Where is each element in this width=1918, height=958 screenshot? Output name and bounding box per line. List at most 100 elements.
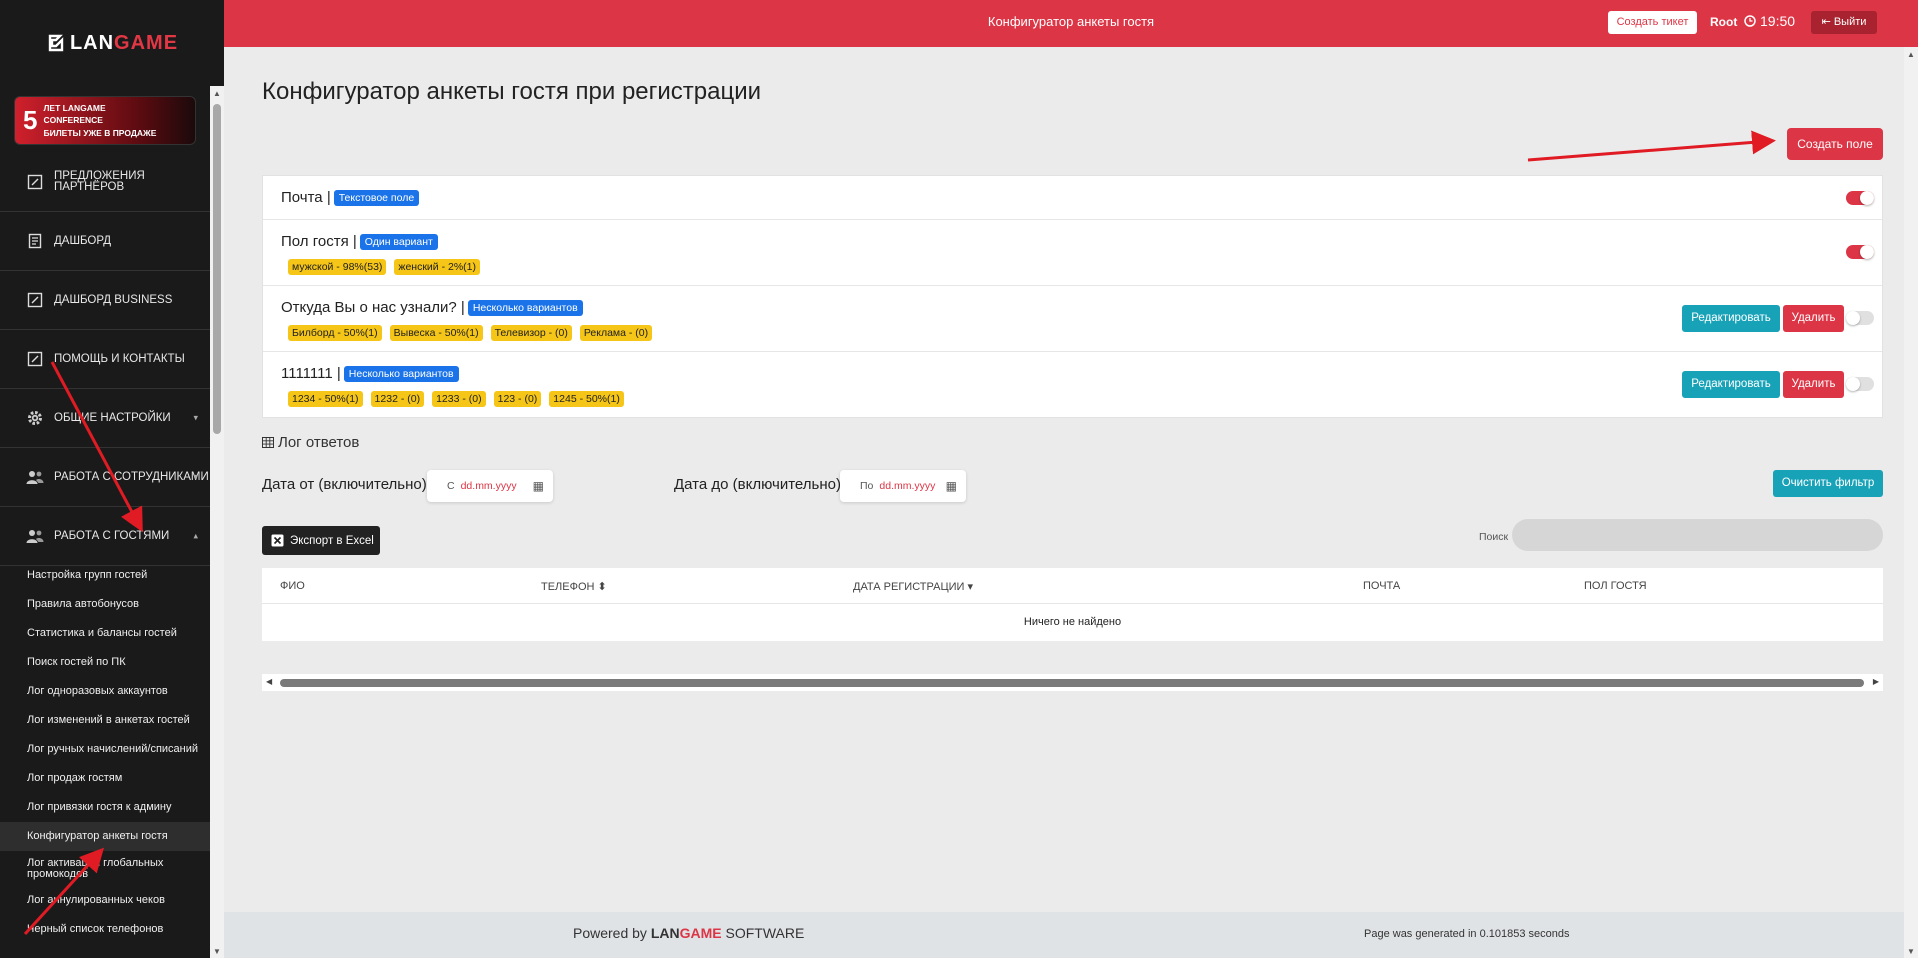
delete-button[interactable]: Удалить [1783, 371, 1844, 398]
field-row: Пол гостя | Один вариант мужской - 98%(53… [263, 220, 1882, 286]
page-title: Конфигуратор анкеты гостя при регистраци… [262, 78, 762, 105]
log-title: Лог ответов [262, 434, 359, 451]
log-title-text: Лог ответов [278, 434, 360, 451]
submenu-item[interactable]: Лог одноразовых аккаунтов [0, 677, 210, 706]
submenu-item[interactable]: Лог аннулированных чеков [0, 886, 210, 915]
menu-item-dashboard[interactable]: Дашборд [0, 212, 210, 271]
field-row: Почта | Текстовое поле [263, 176, 1882, 220]
scroll-up-icon[interactable]: ▲ [1907, 50, 1915, 59]
export-excel-button[interactable]: Экспорт в Excel [262, 526, 380, 555]
logout-button[interactable]: ⇤ Выйти [1811, 11, 1877, 34]
generation-time: Page was generated in 0.101853 seconds [1364, 928, 1570, 940]
scroll-down-icon[interactable]: ▼ [213, 947, 221, 956]
menu-item-label: Предложения партнёров [54, 170, 145, 193]
field-row: Откуда Вы о нас узнали? | Несколько вариа… [263, 286, 1882, 352]
submenu-item[interactable]: Лог привязки гостя к админу [0, 793, 210, 822]
scroll-down-icon[interactable]: ▼ [1907, 947, 1915, 956]
edit-button[interactable]: Редактировать [1682, 305, 1780, 332]
conference-banner[interactable]: 5 ЛЕТ LANGAME CONFERENCE БИЛЕТЫ УЖЕ В ПР… [14, 96, 196, 145]
fields-list: Почта | Текстовое поле Пол гостя | Один ва… [262, 175, 1883, 418]
field-row: 1111111 | Несколько вариантов 1234 - 50%(… [263, 352, 1882, 417]
menu-item-guests[interactable]: Работа с гостями ▴ [0, 507, 210, 566]
calendar-icon[interactable]: ▦ [533, 479, 544, 493]
col-gender[interactable]: Пол гостя [1584, 580, 1647, 592]
col-phone[interactable]: Телефон ⬍ [541, 580, 607, 593]
field-title: Пол гостя | [281, 233, 357, 250]
field-enabled-toggle[interactable] [1846, 245, 1874, 259]
powered-by: Powered by LANGAME SOFTWARE [573, 925, 804, 941]
menu-item-label: Работа с сотрудниками [54, 470, 209, 483]
field-enabled-toggle[interactable] [1846, 311, 1874, 325]
col-reg-date[interactable]: Дата регистрации ▾ [853, 580, 973, 593]
toggle-knob [1860, 245, 1874, 259]
submenu-item[interactable]: Черный список телефонов [0, 915, 210, 944]
submenu-item[interactable]: Поиск гостей по ПК [0, 648, 210, 677]
option-chip: Вывеска - 50%(1) [389, 325, 483, 341]
date-from-input[interactable]: С dd.mm.yyyy ▦ [427, 470, 553, 502]
scrollbar-thumb[interactable] [213, 104, 221, 434]
topbar: Конфигуратор анкеты гостя Создать тикет … [224, 0, 1918, 47]
toggle-knob [1860, 191, 1874, 205]
scrollbar-thumb[interactable] [280, 679, 1864, 687]
create-ticket-button[interactable]: Создать тикет [1608, 11, 1697, 34]
option-chip: Реклама - (0) [579, 325, 653, 341]
col-fio[interactable]: ФИО [280, 580, 305, 592]
menu-item-general-settings[interactable]: Общие настройки ▾ [0, 389, 210, 448]
field-type-badge: Несколько вариантов [467, 300, 583, 317]
submenu-item[interactable]: Лог ручных начислений/списаний [0, 735, 210, 764]
field-enabled-toggle[interactable] [1846, 191, 1874, 205]
search-input[interactable] [1512, 519, 1883, 551]
field-enabled-toggle[interactable] [1846, 377, 1874, 391]
edit-icon [26, 350, 44, 368]
field-options: 1234 - 50%(1) 1232 - (0) 1233 - (0) 123 - (… [288, 389, 632, 407]
submenu-item[interactable]: Лог изменений в анкетах гостей [0, 706, 210, 735]
option-chip: Билборд - 50%(1) [288, 325, 382, 341]
create-field-button[interactable]: Создать поле [1787, 128, 1883, 160]
submenu-item[interactable]: Настройка групп гостей [0, 561, 210, 590]
brand-logo[interactable]: LAN GAME [0, 0, 224, 86]
field-title: Откуда Вы о нас узнали? | [281, 299, 465, 316]
option-chip: женский - 2%(1) [394, 259, 480, 275]
submenu-item-active[interactable]: Конфигуратор анкеты гостя [0, 822, 210, 851]
sort-desc-icon: ▾ [967, 581, 973, 593]
submenu-item[interactable]: Лог продаж гостям [0, 764, 210, 793]
log-table: ФИО Телефон ⬍ Дата регистрации ▾ Почта П… [262, 568, 1883, 641]
scroll-right-icon[interactable]: ▶ [1873, 677, 1879, 686]
date-to-input[interactable]: По dd.mm.yyyy ▦ [840, 470, 966, 502]
user-name[interactable]: Root [1710, 15, 1737, 29]
menu-item-staff[interactable]: Работа с сотрудниками ▾ [0, 448, 210, 507]
sidebar-scrollbar[interactable]: ▲ ▼ [210, 86, 224, 958]
scroll-up-icon[interactable]: ▲ [213, 89, 221, 98]
footer-software: SOFTWARE [725, 925, 805, 941]
date-from-label: Дата от (включительно) [262, 476, 427, 493]
menu-item-partners[interactable]: Предложения партнёров [0, 153, 210, 212]
main-menu: Предложения партнёров Дашборд Дашборд Bu… [0, 153, 210, 566]
delete-button[interactable]: Удалить [1783, 305, 1844, 332]
date-to-placeholder: dd.mm.yyyy [879, 480, 936, 492]
clock-time: 19:50 [1760, 13, 1796, 29]
clear-filter-button[interactable]: Очистить фильтр [1773, 470, 1883, 497]
banner-line-2: CONFERENCE [43, 115, 103, 126]
brand-lan: LAN [69, 31, 115, 54]
option-chip: 123 - (0) [493, 391, 542, 407]
edit-button[interactable]: Редактировать [1682, 371, 1780, 398]
submenu-item[interactable]: Статистика и балансы гостей [0, 619, 210, 648]
page-scrollbar[interactable]: ▲ ▼ [1904, 47, 1918, 958]
toggle-knob [1846, 377, 1860, 391]
submenu-item[interactable]: Лог активации глобальных промокодов [0, 851, 210, 886]
date-from-placeholder: dd.mm.yyyy [460, 480, 517, 492]
menu-item-dashboard-business[interactable]: Дашборд Business [0, 271, 210, 330]
field-options: Билборд - 50%(1) Вывеска - 50%(1) Телевизо… [288, 323, 660, 341]
guests-submenu: Настройка групп гостей Правила автобонус… [0, 561, 210, 944]
col-email[interactable]: Почта [1363, 580, 1400, 592]
table-header: ФИО Телефон ⬍ Дата регистрации ▾ Почта П… [262, 568, 1883, 604]
search-label: Поиск [1479, 531, 1509, 543]
export-label: Экспорт в Excel [290, 534, 374, 547]
chevron-down-icon: ▾ [193, 471, 198, 482]
calendar-icon[interactable]: ▦ [946, 479, 957, 493]
edit-icon [26, 173, 44, 191]
menu-item-help[interactable]: Помощь и контакты [0, 330, 210, 389]
scroll-left-icon[interactable]: ◀ [266, 677, 272, 686]
submenu-item[interactable]: Правила автобонусов [0, 590, 210, 619]
table-hscrollbar[interactable]: ◀ ▶ [262, 674, 1883, 691]
